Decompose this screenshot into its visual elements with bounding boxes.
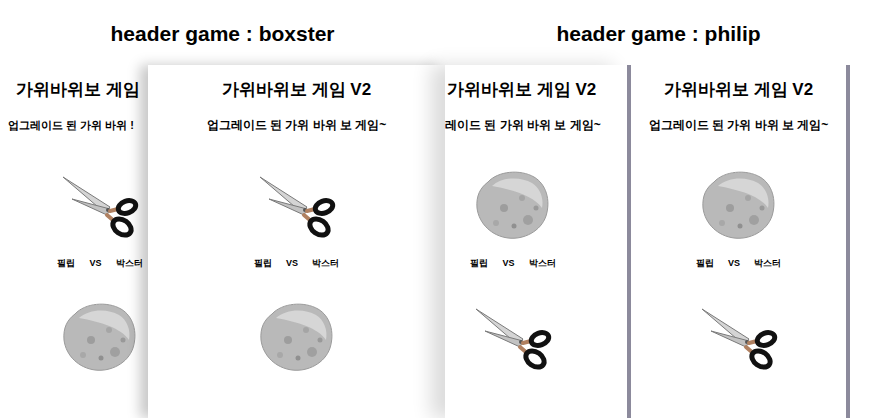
hand-row: [445, 299, 627, 375]
hand-row: [0, 167, 148, 243]
rock-icon: [60, 299, 140, 375]
rock-icon: [699, 167, 779, 243]
player-name: 필립: [470, 257, 488, 269]
title-row: 가위바위보 게임 V2: [445, 79, 627, 101]
matchup-row: 필립 VS 박스터: [631, 257, 846, 269]
header-row: header game : boxster header game : phili…: [0, 0, 872, 65]
game-title: 가위바위보 게임 V2: [222, 79, 371, 101]
game-screen: 가위바위보 게임 V2 레이드 된 가위 바위 보 게임~ 필립 VS 박스터: [445, 65, 627, 418]
hand-row: [631, 167, 846, 243]
scissors-icon: [257, 167, 337, 243]
game-screen: 가위바위보 게임 V2 업그레이드 된 가위 바위 보 게임~ 필립 VS 박스터: [627, 65, 850, 418]
game-subtitle: 업그레이드 된 가위 바위 !: [8, 117, 134, 133]
hand-row: [148, 299, 445, 375]
scissors-icon: [60, 167, 140, 243]
title-row: 가위바위보 게임 V2: [631, 79, 846, 101]
hand-row: [148, 167, 445, 243]
page-background: [850, 65, 872, 418]
game-title: 가위바위보 게임: [16, 79, 140, 101]
section-header: header game : boxster: [0, 0, 445, 65]
scissors-icon: [473, 299, 553, 375]
game-screen: 가위바위보 게임업그레이드 된 가위 바위 ! 필립 VS 박스터: [0, 65, 148, 418]
title-row: 가위바위보 게임 V2: [148, 79, 445, 101]
subtitle-row: 업그레이드 된 가위 바위 !: [0, 117, 148, 133]
matchup-row: 필립 VS 박스터: [148, 257, 445, 269]
opponent-name: 박스터: [754, 257, 781, 269]
game-subtitle: 업그레이드 된 가위 바위 보 게임~: [649, 117, 829, 133]
subtitle-row: 업그레이드 된 가위 바위 보 게임~: [148, 117, 445, 133]
rock-icon: [473, 167, 553, 243]
rock-icon: [257, 299, 337, 375]
hand-row: [445, 167, 627, 243]
hand-row: [631, 299, 846, 375]
matchup-row: 필립 VS 박스터: [445, 257, 627, 269]
game-screen: 가위바위보 게임 V2 업그레이드 된 가위 바위 보 게임~ 필립 VS 박스터: [148, 65, 445, 418]
vs-label: VS: [286, 257, 298, 269]
opponent-name: 박스터: [529, 257, 556, 269]
player-name: 필립: [254, 257, 272, 269]
scissors-icon: [699, 299, 779, 375]
section-title: header game : philip: [556, 18, 760, 50]
title-row: 가위바위보 게임: [0, 79, 148, 101]
screens-row: 가위바위보 게임업그레이드 된 가위 바위 !필립VS박스터가위바위보 게임 V…: [0, 65, 872, 418]
game-title: 가위바위보 게임 V2: [664, 79, 813, 101]
player-name: 필립: [696, 257, 714, 269]
game-title: 가위바위보 게임 V2: [447, 79, 596, 101]
opponent-name: 박스터: [116, 257, 143, 269]
game-subtitle: 레이드 된 가위 바위 보 게임~: [445, 117, 601, 133]
section-title: header game : boxster: [110, 18, 334, 50]
vs-label: VS: [728, 257, 740, 269]
vs-label: VS: [89, 257, 101, 269]
subtitle-row: 레이드 된 가위 바위 보 게임~: [445, 117, 627, 133]
matchup-row: 필립 VS 박스터: [0, 257, 148, 269]
hand-row: [0, 299, 148, 375]
subtitle-row: 업그레이드 된 가위 바위 보 게임~: [631, 117, 846, 133]
player-name: 필립: [57, 257, 75, 269]
section-header: header game : philip: [445, 0, 872, 65]
opponent-name: 박스터: [312, 257, 339, 269]
vs-label: VS: [502, 257, 514, 269]
game-subtitle: 업그레이드 된 가위 바위 보 게임~: [207, 117, 387, 133]
